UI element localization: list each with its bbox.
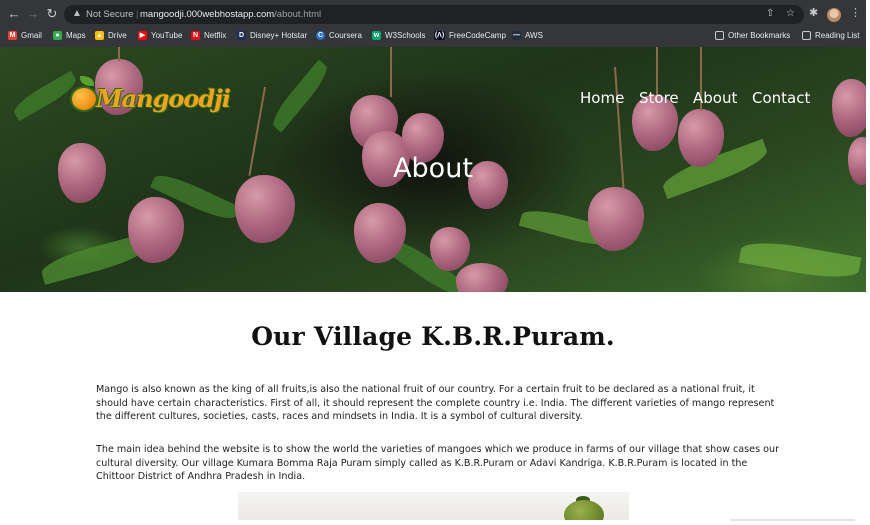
url-path: /about.html [274, 9, 322, 20]
freecodecamp-icon: (Λ) [434, 31, 445, 40]
paragraph-village: The main idea behind the website is to s… [96, 444, 780, 483]
profile-avatar[interactable] [827, 8, 841, 22]
bookmark-aws[interactable]: — AWS [512, 31, 543, 40]
mango-stem [118, 47, 120, 61]
scroll-indicator [730, 519, 855, 521]
bookmark-drive[interactable]: ▲ Drive [95, 31, 127, 40]
mango-fruit [235, 175, 295, 243]
bookmark-netflix[interactable]: N Netflix [191, 31, 226, 40]
paragraph-intro: Mango is also known as the king of all f… [96, 384, 775, 423]
share-icon[interactable]: ⇧ [766, 8, 774, 19]
extensions-icon[interactable]: ✱ [809, 6, 818, 19]
page-heading: Our Village K.B.R.Puram. [251, 322, 615, 351]
reading-list-icon [802, 31, 811, 40]
bookmark-maps[interactable]: ● Maps [53, 31, 86, 40]
address-separator: | [136, 9, 139, 20]
reading-list[interactable]: Reading List [802, 31, 859, 40]
logo-text: Mangoodji [96, 84, 231, 113]
bookmark-hotstar[interactable]: D Disney+ Hotstar [237, 31, 307, 40]
site-logo[interactable]: Mangoodji [68, 72, 231, 124]
url-text: mangoodji.000webhostapp.com/about.html [140, 9, 321, 20]
reload-icon[interactable]: ↻ [44, 6, 60, 22]
green-mango [564, 500, 604, 520]
bookmark-coursera[interactable]: C Coursera [316, 31, 362, 40]
bookmark-w3schools[interactable]: w W3Schools [372, 31, 425, 40]
logo-mango-icon [70, 86, 98, 112]
forward-arrow-icon[interactable]: → [25, 6, 41, 22]
warning-icon: ▲ [72, 8, 82, 19]
url-host: mangoodji.000webhostapp.com [140, 9, 275, 20]
maps-icon: ● [53, 31, 62, 40]
bookmark-gmail[interactable]: M Gmail [8, 31, 42, 40]
hero-banner: Mangoodji Home Store About Contact About [0, 47, 866, 292]
mango-stem [390, 47, 392, 97]
address-bar[interactable]: ▲ Not Secure | mangoodji.000webhostapp.c… [64, 5, 804, 24]
browser-chrome: ← → ↻ ▲ Not Secure | mangoodji.000webhos… [0, 0, 866, 47]
coursera-icon: C [316, 31, 325, 40]
security-label: Not Secure [86, 9, 134, 20]
mango-fruit [456, 263, 508, 292]
mango-image [238, 492, 629, 520]
bookmark-youtube[interactable]: ▶ YouTube [138, 31, 182, 40]
hotstar-icon: D [237, 31, 246, 40]
menu-kebab-icon[interactable]: ⋮ [850, 6, 861, 19]
mango-fruit [128, 197, 184, 263]
bookmark-freecodecamp[interactable]: (Λ) FreeCodeCamp [434, 31, 506, 40]
mango-fruit [430, 227, 470, 271]
drive-icon: ▲ [95, 31, 104, 40]
bookmarks-bar: M Gmail ● Maps ▲ Drive ▶ YouTube N Netflix DD… [0, 28, 866, 47]
bookmark-star-icon[interactable]: ☆ [786, 8, 795, 19]
folder-icon [715, 31, 724, 40]
back-arrow-icon[interactable]: ← [6, 6, 22, 22]
leaf-decoration [267, 59, 333, 133]
gmail-icon: M [8, 31, 17, 40]
nav-store[interactable]: Store [639, 89, 679, 107]
netflix-icon: N [191, 31, 200, 40]
nav-contact[interactable]: Contact [752, 89, 810, 107]
youtube-icon: ▶ [138, 31, 147, 40]
hero-title: About [393, 153, 473, 184]
page-edge [866, 0, 870, 525]
nav-about[interactable]: About [693, 89, 737, 107]
w3schools-icon: w [372, 31, 381, 40]
aws-icon: — [512, 31, 521, 40]
nav-home[interactable]: Home [580, 89, 624, 107]
leaf-decoration [738, 236, 862, 284]
mango-fruit [588, 187, 644, 251]
logo-leaf-icon [80, 76, 94, 86]
browser-toolbar: ← → ↻ ▲ Not Secure | mangoodji.000webhos… [0, 0, 866, 28]
mango-fruit [832, 79, 866, 137]
other-bookmarks[interactable]: Other Bookmarks [715, 31, 790, 40]
